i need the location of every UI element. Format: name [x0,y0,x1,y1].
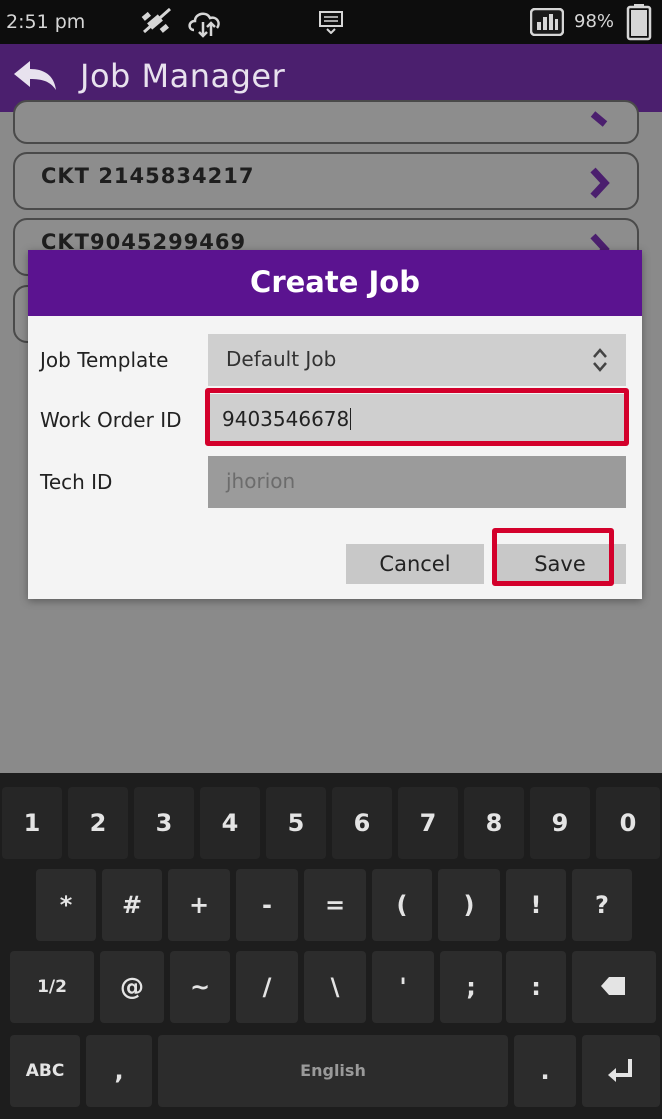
work-order-id-label: Work Order ID [40,408,182,432]
back-arrow-icon[interactable] [10,58,58,98]
key-0[interactable]: 0 [596,787,660,859]
status-bar: 2:51 pm 98% [0,0,662,44]
key-7[interactable]: 7 [398,787,458,859]
key-3[interactable]: 3 [134,787,194,859]
chevron-right-icon [589,104,611,142]
status-time: 2:51 pm [6,11,86,33]
key-comma[interactable]: , [86,1035,152,1107]
list-item[interactable]: CKT 2145834217 [13,152,639,210]
key-open-paren[interactable]: ( [372,869,432,941]
tech-id-label: Tech ID [40,470,113,494]
battery-percent: 98% [574,11,615,32]
key-6[interactable]: 6 [332,787,392,859]
space-key[interactable]: English [158,1035,508,1107]
key-plus[interactable]: + [168,869,230,941]
key-exclamation[interactable]: ! [506,869,566,941]
enter-key[interactable] [582,1035,660,1107]
job-template-select[interactable]: Default Job [208,334,626,386]
work-order-highlight [205,388,629,446]
chevron-right-icon [589,166,611,204]
key-equals[interactable]: = [304,869,366,941]
key-1[interactable]: 1 [2,787,62,859]
keyboard-indicator-icon [318,10,344,38]
updown-chevron-icon [592,346,608,378]
app-title: Job Manager [80,57,286,95]
dialog-title: Create Job [250,265,420,299]
key-tilde[interactable]: ~ [170,951,230,1023]
battery-icon [626,3,652,45]
key-symbols-page[interactable]: 1/2 [10,951,94,1023]
key-8[interactable]: 8 [464,787,524,859]
job-template-label: Job Template [40,348,169,372]
key-2[interactable]: 2 [68,787,128,859]
key-backslash[interactable]: \ [304,951,366,1023]
dialog-header: Create Job [28,250,642,316]
on-screen-keyboard: 1 2 3 4 5 6 7 8 9 0 * # + - = ( ) ! ? 1/… [0,773,662,1119]
key-at[interactable]: @ [100,951,164,1023]
key-semicolon[interactable]: ; [440,951,502,1023]
key-asterisk[interactable]: * [36,869,96,941]
key-hash[interactable]: # [102,869,162,941]
key-5[interactable]: 5 [266,787,326,859]
save-highlight [492,528,614,586]
signal-app-icon [529,7,565,40]
list-item[interactable] [13,100,639,144]
key-slash[interactable]: / [236,951,298,1023]
tech-id-value: jhorion [226,469,296,493]
key-colon[interactable]: : [506,951,566,1023]
enter-icon [608,1059,632,1082]
key-period[interactable]: . [514,1035,576,1107]
key-minus[interactable]: - [236,869,298,941]
tech-id-input[interactable]: jhorion [208,456,626,508]
key-9[interactable]: 9 [530,787,590,859]
create-job-dialog: Create Job Job Template Default Job Work… [28,250,642,599]
key-close-paren[interactable]: ) [438,869,500,941]
cancel-button[interactable]: Cancel [346,544,484,584]
key-abc-mode[interactable]: ABC [10,1035,80,1107]
key-4[interactable]: 4 [200,787,260,859]
key-apostrophe[interactable]: ' [372,951,434,1023]
backspace-icon [601,977,625,995]
satellite-off-icon [140,6,180,40]
key-question[interactable]: ? [572,869,632,941]
cloud-sync-icon [186,6,224,42]
job-name: CKT 2145834217 [41,164,255,188]
backspace-key[interactable] [572,951,656,1023]
job-template-value: Default Job [226,347,337,371]
